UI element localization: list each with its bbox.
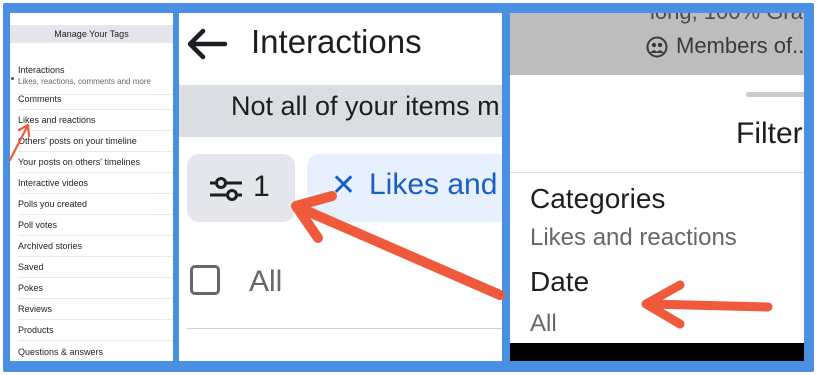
select-all-checkbox[interactable] [190, 265, 220, 295]
list-item-label: Interactions [18, 65, 65, 75]
list-item-label: Poll votes [18, 220, 58, 230]
filter-button[interactable]: 1 [187, 154, 295, 222]
list-item-label: Others' posts on your timeline [18, 136, 137, 146]
dimmed-background: iong, 100% Gra Members of... [510, 13, 804, 75]
list-item[interactable]: Likes and reactions [18, 110, 173, 131]
notice-text: Not all of your items m [231, 91, 500, 121]
list-item[interactable]: Comments [18, 89, 173, 110]
list-item-label: Pokes [18, 283, 44, 293]
page-title: Interactions [251, 23, 422, 60]
list-item-sublabel: Likes, reactions, comments and more [18, 77, 151, 86]
list-item[interactable]: Archived stories [18, 236, 173, 257]
sheet-drag-handle[interactable] [746, 92, 804, 97]
arrow-left-icon[interactable] [185, 27, 229, 66]
list-item[interactable]: Reviews [18, 299, 173, 320]
list-item-label: Likes and reactions [18, 115, 96, 125]
list-item-label: Comments [18, 94, 62, 104]
sheet-title: Filter [736, 117, 803, 150]
list-item[interactable]: Others' posts on your timeline [18, 131, 173, 152]
list-item[interactable]: Your posts on others' timelines [18, 152, 173, 173]
list-item[interactable]: Polls you created [18, 194, 173, 215]
filter-sheet-panel: iong, 100% Gra Members of... Filter Cate… [510, 13, 804, 361]
bullet-dot [11, 77, 14, 80]
close-icon[interactable]: ✕ [331, 168, 356, 203]
date-value: All [530, 310, 557, 337]
list-item[interactable]: Pokes [18, 278, 173, 299]
list-item[interactable]: Saved [18, 257, 173, 278]
list-item[interactable]: Interactive videos [18, 173, 173, 194]
categories-value: Likes and reactions [530, 224, 737, 251]
list-item[interactable]: Questions & answers [18, 341, 173, 361]
date-label[interactable]: Date [530, 266, 589, 298]
list-item-label: Products [18, 325, 54, 335]
list-item[interactable]: Products [18, 320, 173, 341]
bottom-bar [510, 343, 804, 361]
sliders-icon [209, 176, 243, 207]
background-text: iong, 100% Gra [650, 13, 803, 25]
chip-label: Likes and [369, 168, 498, 201]
notice-banner: Not all of your items m [179, 85, 502, 137]
checkbox-label: All [249, 265, 283, 298]
divider [510, 172, 804, 173]
list-item-label: Your posts on others' timelines [18, 157, 140, 167]
list-item-label: Polls you created [18, 199, 88, 209]
list-item-label: Interactive videos [18, 178, 89, 188]
list-item-label: Archived stories [18, 241, 83, 251]
members-text: Members of... [676, 33, 804, 58]
panel-header: Manage Your Tags [10, 25, 173, 43]
list-item-label: Questions & answers [18, 346, 104, 357]
list-item-label: Saved [18, 262, 44, 272]
list-item[interactable]: Poll votes [18, 215, 173, 236]
top-bar: Interactions [179, 13, 502, 85]
manage-tags-panel: Manage Your Tags Interactions Likes, rea… [10, 13, 173, 361]
list-item-label: Reviews [18, 304, 53, 314]
interactions-panel: Interactions Not all of your items m 1 ✕… [179, 13, 502, 361]
filter-chip-likes[interactable]: ✕ Likes and [307, 154, 502, 222]
divider [187, 328, 502, 329]
group-icon [646, 36, 668, 64]
categories-label[interactable]: Categories [530, 183, 665, 215]
filter-count: 1 [253, 170, 270, 203]
